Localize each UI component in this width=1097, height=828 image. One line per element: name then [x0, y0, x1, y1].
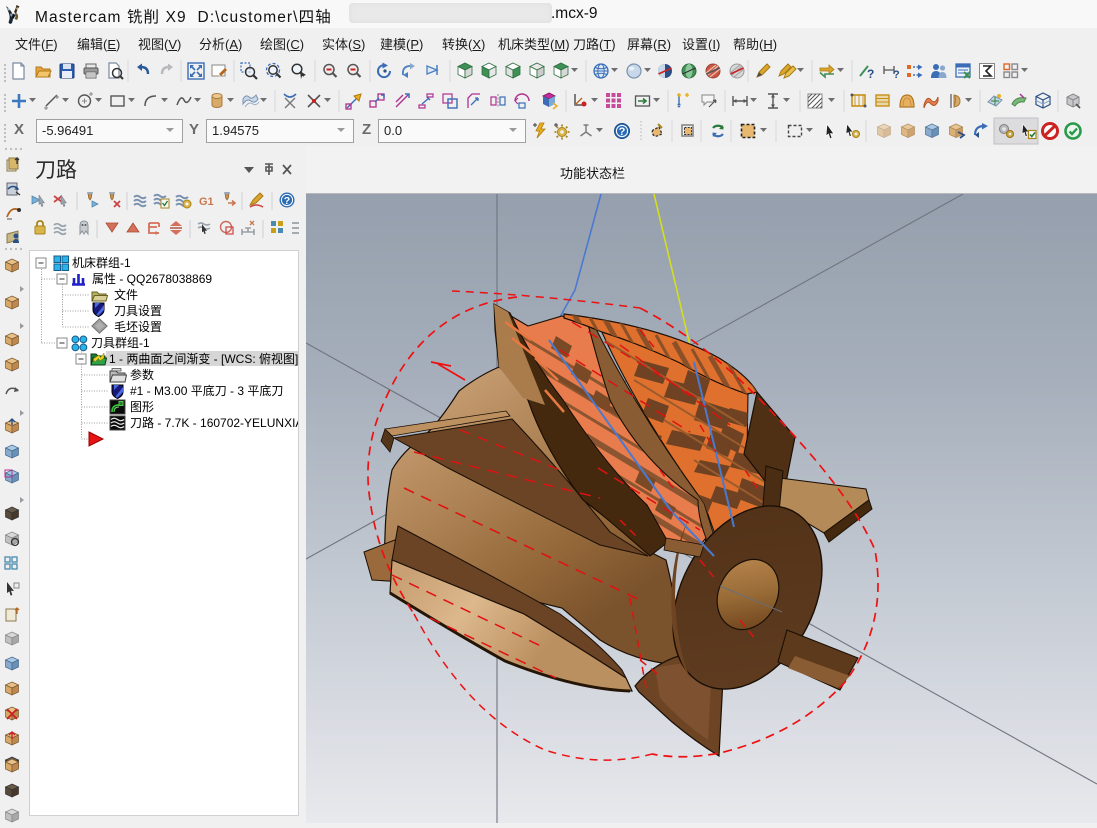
svg-text:图形: 图形 [130, 400, 154, 414]
svg-text:?: ? [619, 126, 626, 138]
svg-text:刀路 - 7.7K - 160702-YELUNXIAO.N: 刀路 - 7.7K - 160702-YELUNXIAO.N [130, 415, 298, 430]
svg-text:#1 - M3.00 平底刀 - 3 平底刀: #1 - M3.00 平底刀 - 3 平底刀 [130, 383, 283, 398]
svg-text:文件: 文件 [114, 287, 138, 302]
svg-text:机床群组-1: 机床群组-1 [72, 256, 131, 270]
svg-text:?: ? [284, 195, 290, 207]
svg-text:毛坯设置: 毛坯设置 [114, 320, 162, 334]
svg-text:?: ? [893, 69, 900, 81]
svg-text:属性 - QQ2678038869: 属性 - QQ2678038869 [92, 272, 212, 286]
svg-text:刀具设置: 刀具设置 [114, 304, 162, 318]
svg-text:?: ? [867, 67, 874, 81]
svg-text:参数: 参数 [130, 367, 154, 382]
svg-text:G1: G1 [199, 196, 214, 208]
svg-text:1 - 两曲面之间渐变 - [WCS: 俯视图]: 1 - 两曲面之间渐变 - [WCS: 俯视图] [109, 351, 298, 366]
svg-text:刀具群组-1: 刀具群组-1 [91, 336, 150, 350]
